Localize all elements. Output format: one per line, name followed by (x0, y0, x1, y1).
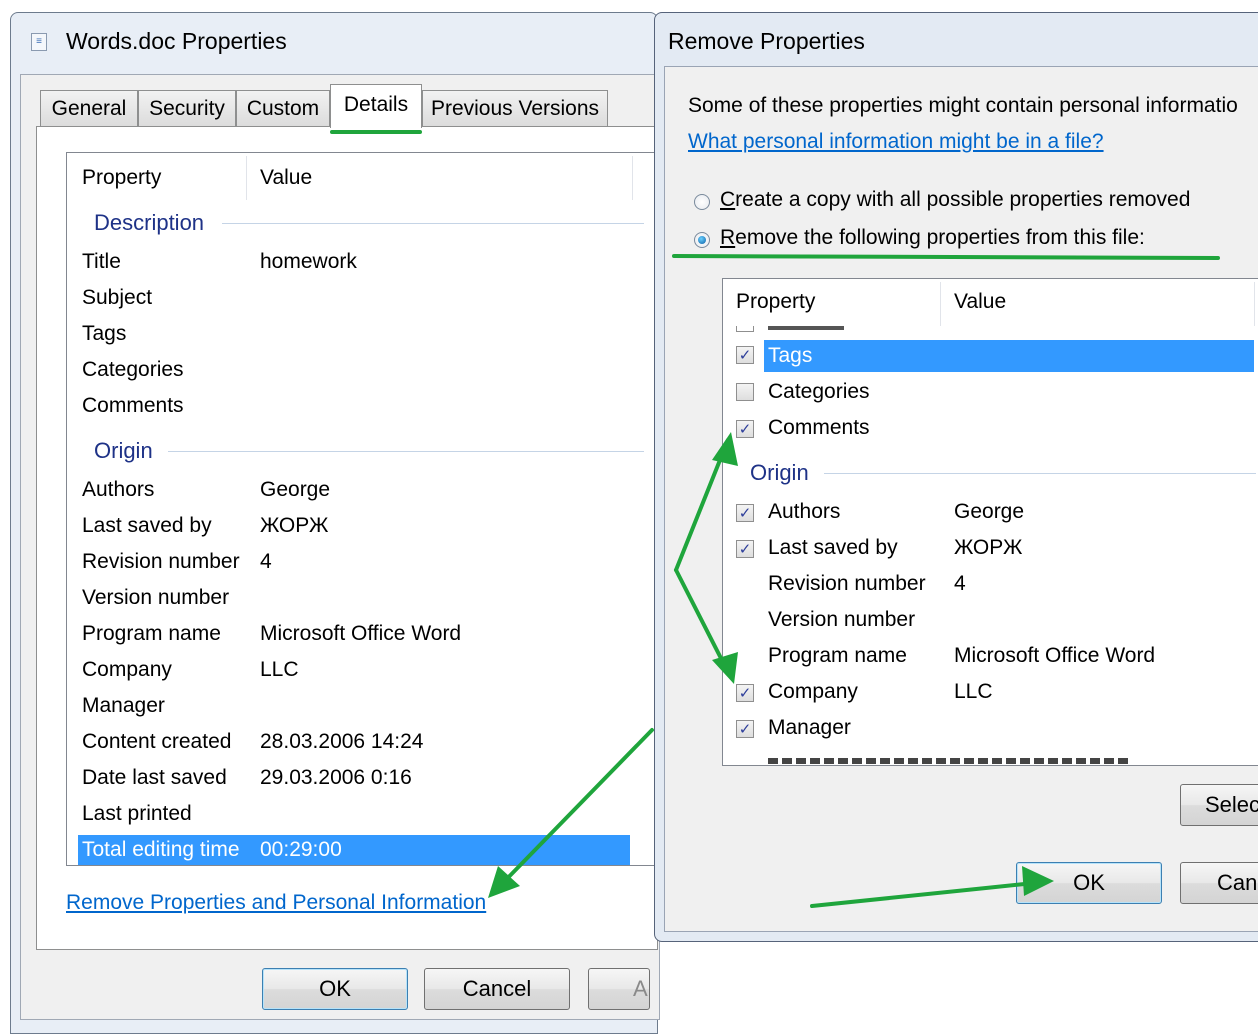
column-separator[interactable] (940, 282, 941, 326)
checkbox-authors[interactable]: ✓ (736, 504, 754, 522)
property-name: Revision number (768, 572, 926, 595)
checkbox-categories[interactable] (736, 383, 754, 401)
property-value: homework (260, 250, 357, 273)
property-name: Manager (82, 694, 165, 717)
column-header-value[interactable]: Value (954, 290, 1006, 314)
property-value: George (260, 478, 331, 501)
property-name[interactable]: Tags (768, 344, 812, 368)
details-property-list[interactable] (66, 152, 658, 866)
checkbox-company[interactable]: ✓ (736, 684, 754, 702)
group-header-origin: Origin (750, 460, 809, 485)
remove-properties-window-title: Remove Properties (668, 28, 865, 54)
property-name: Date last saved (82, 766, 227, 789)
property-name: Subject (82, 286, 153, 309)
clipped-row-text (768, 758, 1128, 764)
property-name: Company (82, 658, 172, 681)
tab-custom[interactable]: Custom (236, 90, 330, 126)
property-name: Manager (768, 716, 851, 739)
radio-create-copy-label[interactable]: Create a copy with all possible properti… (720, 188, 1190, 212)
group-divider (222, 223, 644, 224)
property-value: George (954, 500, 1025, 523)
property-name: Last saved by (82, 514, 212, 537)
property-name: Company (768, 680, 858, 703)
property-name: Title (82, 250, 121, 273)
properties-window-title: Words.doc Properties (66, 28, 287, 54)
checkbox-tags[interactable]: ✓ (736, 346, 754, 364)
select-all-button[interactable]: Selec (1180, 784, 1258, 826)
radio-create-copy[interactable] (694, 194, 710, 210)
document-icon: ≡ (31, 33, 47, 51)
group-header-origin: Origin (94, 438, 153, 463)
group-divider (824, 473, 1256, 474)
column-separator[interactable] (1254, 282, 1255, 326)
property-name: Content created (82, 730, 232, 753)
tab-details[interactable]: Details (330, 84, 422, 128)
property-name: Version number (768, 608, 916, 631)
column-header-property[interactable]: Property (736, 290, 815, 314)
property-value: ЖОРЖ (260, 514, 329, 537)
property-value: 28.03.2006 14:24 (260, 730, 424, 753)
accelerator-key: R (720, 226, 736, 249)
group-header-description: Description (94, 210, 205, 235)
column-separator[interactable] (246, 156, 247, 200)
accelerator-key: C (720, 188, 736, 211)
group-divider (168, 451, 644, 452)
property-value: Microsoft Office Word (954, 644, 1156, 667)
checkbox-comments[interactable]: ✓ (736, 420, 754, 438)
property-name: Last printed (82, 802, 192, 825)
checkbox-last-saved-by[interactable]: ✓ (736, 540, 754, 558)
property-value[interactable]: 00:29:00 (260, 838, 342, 862)
column-separator[interactable] (632, 156, 633, 200)
apply-button[interactable]: A (588, 968, 650, 1010)
column-header-value[interactable]: Value (260, 166, 312, 190)
clipped-row-text (768, 326, 844, 330)
cancel-button[interactable]: Cancel (424, 968, 570, 1010)
personal-info-help-link[interactable]: What personal information might be in a … (688, 130, 1104, 154)
property-value: LLC (260, 658, 299, 681)
property-value: ЖОРЖ (954, 536, 1023, 559)
radio-remove-following-label[interactable]: Remove the following properties from thi… (720, 226, 1145, 250)
property-name: Revision number (82, 550, 240, 573)
property-name: Comments (768, 416, 870, 439)
cancel-button[interactable]: Canc (1180, 862, 1258, 904)
option-label-text: reate a copy with all possible propertie… (735, 188, 1191, 211)
property-name[interactable]: Total editing time (82, 838, 240, 862)
ok-button[interactable]: OK (1016, 862, 1162, 904)
property-name: Authors (768, 500, 841, 523)
property-name: Program name (82, 622, 221, 645)
column-header-property[interactable]: Property (82, 166, 161, 190)
property-name: Program name (768, 644, 907, 667)
tab-security[interactable]: Security (138, 90, 236, 126)
selected-row-highlight[interactable] (764, 340, 1254, 372)
property-name: Tags (82, 322, 127, 345)
radio-remove-following[interactable] (694, 232, 710, 248)
property-value: 29.03.2006 0:16 (260, 766, 412, 789)
remove-properties-link[interactable]: Remove Properties and Personal Informati… (66, 891, 486, 915)
property-name: Categories (768, 380, 870, 403)
property-name: Comments (82, 394, 184, 417)
checkbox-manager[interactable]: ✓ (736, 720, 754, 738)
property-name: Last saved by (768, 536, 898, 559)
property-value: Microsoft Office Word (260, 622, 462, 645)
property-name: Categories (82, 358, 184, 381)
property-value: LLC (954, 680, 993, 703)
property-name: Authors (82, 478, 155, 501)
option-label-text: emove the following properties from this… (735, 226, 1145, 249)
clipped-checkbox (736, 326, 754, 332)
property-value: 4 (954, 572, 966, 595)
property-name: Version number (82, 586, 230, 609)
tab-general[interactable]: General (40, 90, 138, 126)
intro-text: Some of these properties might contain p… (688, 94, 1238, 117)
ok-button[interactable]: OK (262, 968, 408, 1010)
property-value: 4 (260, 550, 272, 573)
tab-previous-versions[interactable]: Previous Versions (422, 90, 608, 126)
